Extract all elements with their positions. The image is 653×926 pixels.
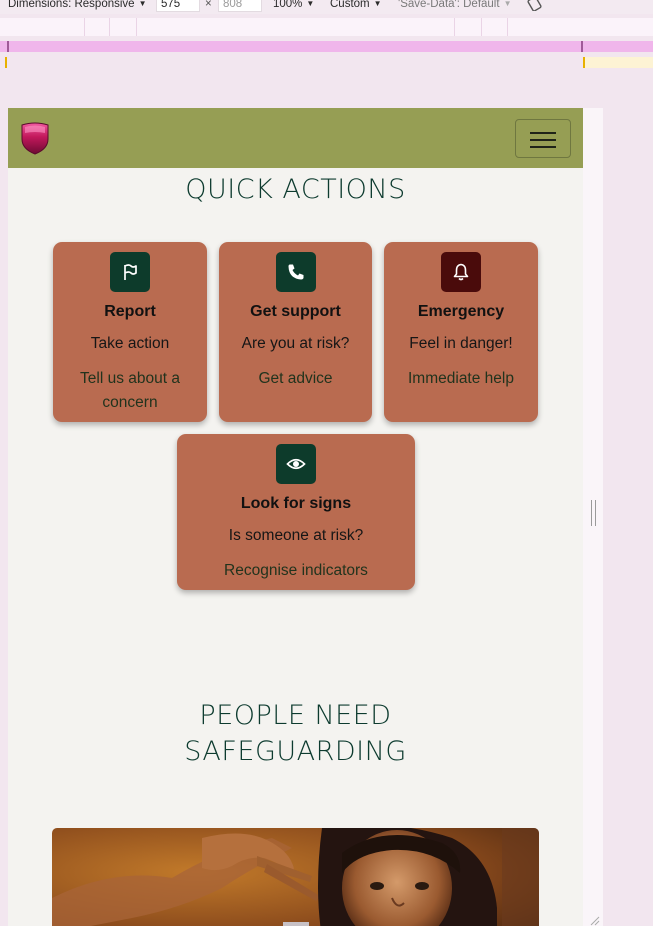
report-card[interactable]: Report Take action Tell us about a conce… — [53, 242, 207, 422]
media-query-bar-max[interactable] — [0, 41, 653, 52]
zoom-label: 100% — [273, 0, 303, 10]
card-link[interactable]: Immediate help — [384, 367, 538, 391]
look-for-signs-card[interactable]: Look for signs Is someone at risk? Recog… — [177, 434, 415, 590]
page-viewport: QUICK ACTIONS Report Take action Tell us… — [8, 108, 583, 926]
times-label: × — [205, 0, 212, 10]
safeguarding-title-line2: SAFEGUARDING — [184, 736, 407, 767]
chevron-down-icon: ▼ — [503, 0, 512, 8]
devtools-toolbar: Dimensions: Responsive ▼ 575 × 808 100% ▼ … — [0, 0, 653, 14]
shield-logo-icon[interactable] — [20, 122, 50, 155]
media-query-bar-range[interactable] — [583, 57, 653, 68]
card-link[interactable]: Recognise indicators — [177, 559, 415, 583]
dimensions-dropdown[interactable]: Dimensions: Responsive ▼ — [8, 0, 146, 10]
get-support-card[interactable]: Get support Are you at risk? Get advice — [219, 242, 372, 422]
card-title: Emergency — [417, 303, 505, 320]
navbar — [8, 108, 583, 168]
viewport-resize-handle[interactable] — [591, 500, 596, 526]
chevron-down-icon: ▼ — [373, 0, 382, 8]
card-subtitle: Feel in danger! — [409, 335, 513, 352]
eye-icon — [276, 444, 316, 484]
safeguarding-hero-image — [52, 828, 539, 926]
safeguarding-title-line1: PEOPLE NEED — [199, 700, 392, 731]
card-subtitle: Take action — [90, 335, 170, 352]
phone-icon — [275, 252, 316, 292]
viewport-bottom-handle[interactable] — [283, 922, 309, 926]
hamburger-icon — [530, 132, 556, 134]
card-subtitle: Are you at risk? — [241, 335, 350, 352]
chevron-down-icon: ▼ — [306, 0, 315, 8]
height-input[interactable]: 808 — [218, 0, 262, 12]
save-data-dropdown[interactable]: 'Save-Data': Default ▼ — [398, 0, 511, 10]
save-data-label: 'Save-Data': Default — [398, 0, 500, 10]
media-query-bar-min[interactable] — [0, 18, 653, 36]
flag-icon — [110, 252, 150, 292]
dimensions-label: Dimensions: Responsive — [8, 0, 135, 10]
zoom-dropdown[interactable]: 100% ▼ — [273, 0, 314, 10]
quick-actions-title: QUICK ACTIONS — [185, 174, 406, 205]
card-title: Look for signs — [240, 495, 352, 512]
card-title: Report — [104, 303, 156, 320]
card-link[interactable]: Get advice — [219, 367, 372, 391]
chevron-down-icon: ▼ — [138, 0, 147, 8]
card-subtitle: Is someone at risk? — [228, 527, 364, 544]
menu-toggle-button[interactable] — [515, 119, 571, 158]
media-query-marker — [5, 57, 7, 68]
card-title: Get support — [250, 303, 341, 320]
card-link[interactable]: Tell us about a concern — [53, 367, 207, 415]
throttle-dropdown[interactable]: Custom ▼ — [330, 0, 382, 10]
width-input[interactable]: 575 — [156, 0, 200, 12]
emergency-card[interactable]: Emergency Feel in danger! Immediate help — [384, 242, 538, 422]
bell-icon — [441, 252, 481, 292]
rotate-icon[interactable] — [526, 0, 544, 11]
corner-resize-icon[interactable] — [589, 916, 601, 926]
throttle-label: Custom — [330, 0, 370, 10]
